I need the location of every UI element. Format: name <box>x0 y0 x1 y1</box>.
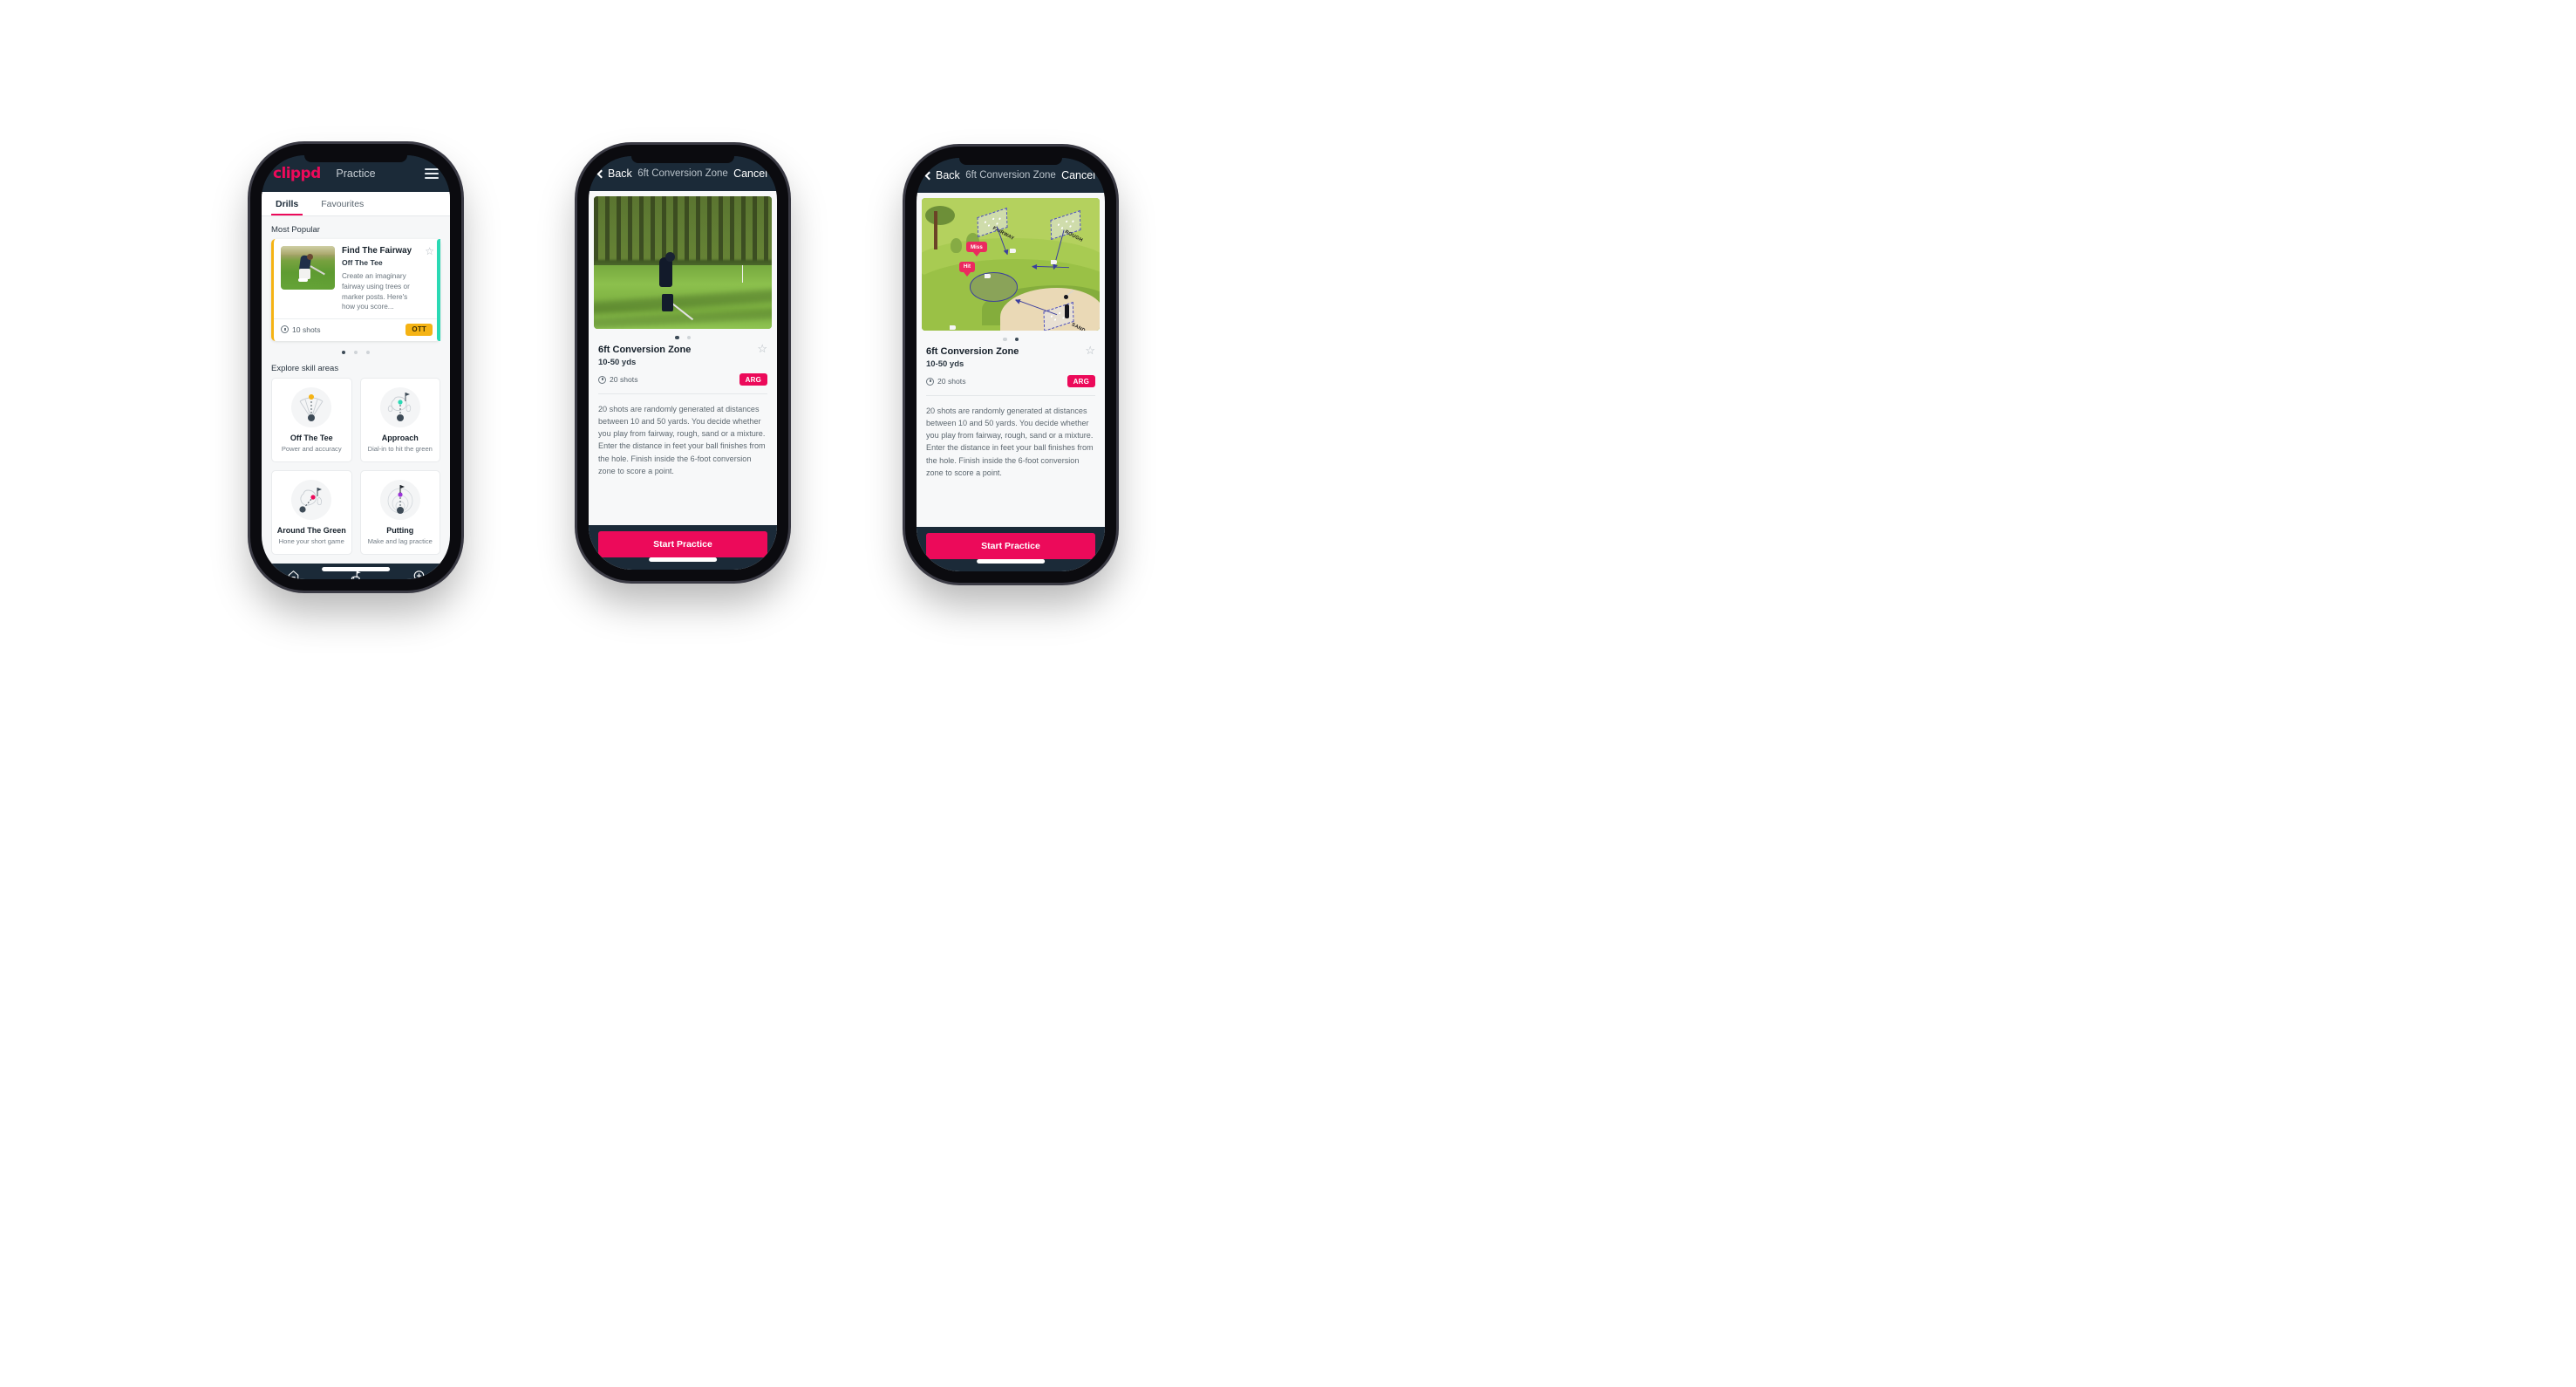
device-notch <box>631 156 734 163</box>
skill-card-approach[interactable]: Approach Dial-in to hit the green <box>359 377 440 462</box>
status-badge: OTT <box>405 323 433 336</box>
drill-detail-title: 6ft Conversion Zone <box>926 346 1019 358</box>
section-explore-label: Explore skill areas <box>271 363 339 373</box>
skill-name: Off The Tee <box>290 433 333 442</box>
carousel-dots <box>589 329 777 343</box>
start-practice-button[interactable]: Start Practice <box>598 531 767 557</box>
tee-fan-icon <box>291 386 332 427</box>
hero-photo[interactable] <box>594 196 772 329</box>
tab-bar: Drills Favourites <box>262 192 450 216</box>
drill-thumbnail <box>281 246 335 290</box>
device-notch <box>304 155 407 162</box>
nav-item-capture[interactable]: Capture <box>387 570 450 579</box>
status-badge: ARG <box>739 373 767 386</box>
skill-desc: Dial-in to hit the green <box>367 444 433 453</box>
carousel-dot[interactable] <box>686 336 691 340</box>
drill-shots-label: 20 shots <box>610 375 638 385</box>
star-outline-icon[interactable]: ☆ <box>1085 345 1095 356</box>
drill-subtitle: Off The Tee <box>342 258 383 268</box>
skill-card-putting[interactable]: Putting Make and lag practice <box>359 469 440 555</box>
star-outline-icon[interactable]: ☆ <box>757 343 767 354</box>
putting-rings-icon <box>379 479 420 520</box>
skill-areas-grid: Off The Tee Power and accuracy Approach … <box>262 377 450 564</box>
drill-shots: 20 shots <box>598 375 638 384</box>
chevron-left-icon <box>596 169 606 178</box>
back-button[interactable]: Back <box>924 169 960 181</box>
home-icon <box>288 571 298 579</box>
home-indicator <box>977 559 1045 564</box>
device-notch <box>959 158 1062 165</box>
nav-item-home[interactable]: Home <box>262 570 324 579</box>
skill-card-off-the-tee[interactable]: Off The Tee Power and accuracy <box>271 377 352 462</box>
drill-description: Create an imaginary fairway using trees … <box>342 272 410 311</box>
drill-description: 20 shots are randomly generated at dista… <box>598 405 766 475</box>
chevron-left-icon <box>924 171 934 180</box>
carousel-dots <box>262 341 450 362</box>
back-button[interactable]: Back <box>596 167 632 180</box>
plus-circle-icon <box>413 571 424 579</box>
carousel-dot[interactable] <box>675 336 679 340</box>
drill-distance: 10-50 yds <box>598 358 637 368</box>
clock-icon <box>598 375 606 384</box>
result-tag-miss: Miss <box>966 242 987 253</box>
home-indicator <box>322 567 390 571</box>
back-label: Back <box>608 167 632 180</box>
skill-card-around-the-green[interactable]: Around The Green Hone your short game <box>271 469 352 555</box>
drill-card[interactable]: ☆ Find The Fairway Off The Tee Create an… <box>271 239 440 341</box>
clock-icon <box>281 325 289 334</box>
hamburger-icon[interactable] <box>425 168 439 179</box>
phone-mockup-drill-detail-illustration: Back 6ft Conversion Zone Cancel FAIRWAY … <box>905 147 1116 583</box>
drill-distance: 10-50 yds <box>926 359 964 370</box>
drill-description: 20 shots are randomly generated at dista… <box>926 407 1094 477</box>
drill-shots-label: 20 shots <box>937 377 966 386</box>
status-badge: ARG <box>1067 375 1095 388</box>
next-drill-card-peek[interactable] <box>437 239 440 341</box>
phone-mockup-practice-list: clippd Practice Drills Favourites Most P… <box>250 144 461 591</box>
clock-icon <box>926 377 934 386</box>
cancel-button[interactable]: Cancel <box>733 167 767 180</box>
section-most-popular-label: Most Popular <box>271 225 320 235</box>
skill-desc: Power and accuracy <box>281 444 342 453</box>
star-outline-icon[interactable]: ☆ <box>425 246 434 256</box>
carousel-dots <box>917 331 1105 345</box>
skill-desc: Make and lag practice <box>367 536 433 545</box>
result-tag-hit: Hit <box>958 261 976 272</box>
approach-green-icon <box>379 386 420 427</box>
carousel-dot[interactable] <box>1003 338 1007 342</box>
carousel-dot[interactable] <box>353 350 358 354</box>
tab-favourites[interactable]: Favourites <box>317 192 368 215</box>
drill-shots: 20 shots <box>926 377 966 386</box>
carousel-dot[interactable] <box>341 350 345 354</box>
phone-mockup-drill-detail-photo: Back 6ft Conversion Zone Cancel ☆ 6ft Co… <box>577 145 788 581</box>
home-indicator <box>649 557 717 562</box>
drill-shots: 10 shots <box>281 325 321 334</box>
golfer-figure <box>1065 304 1070 319</box>
drill-detail-title: 6ft Conversion Zone <box>598 345 692 356</box>
start-practice-button[interactable]: Start Practice <box>926 533 1095 559</box>
skill-name: Putting <box>386 525 414 535</box>
cancel-button[interactable]: Cancel <box>1061 169 1095 181</box>
drill-shots-label: 10 shots <box>292 325 321 334</box>
back-label: Back <box>936 169 960 181</box>
skill-name: Approach <box>381 433 419 442</box>
around-green-icon <box>291 479 332 520</box>
skill-name: Around The Green <box>276 525 346 535</box>
drill-title: Find The Fairway <box>342 246 412 256</box>
tab-drills[interactable]: Drills <box>271 192 303 215</box>
carousel-dot[interactable] <box>366 350 371 354</box>
carousel-dot[interactable] <box>1014 338 1019 342</box>
clippd-logo[interactable]: clippd <box>273 165 321 182</box>
skill-desc: Hone your short game <box>278 536 344 545</box>
hero-illustration[interactable]: FAIRWAY ROUGH SAND Miss Hit <box>922 198 1100 331</box>
